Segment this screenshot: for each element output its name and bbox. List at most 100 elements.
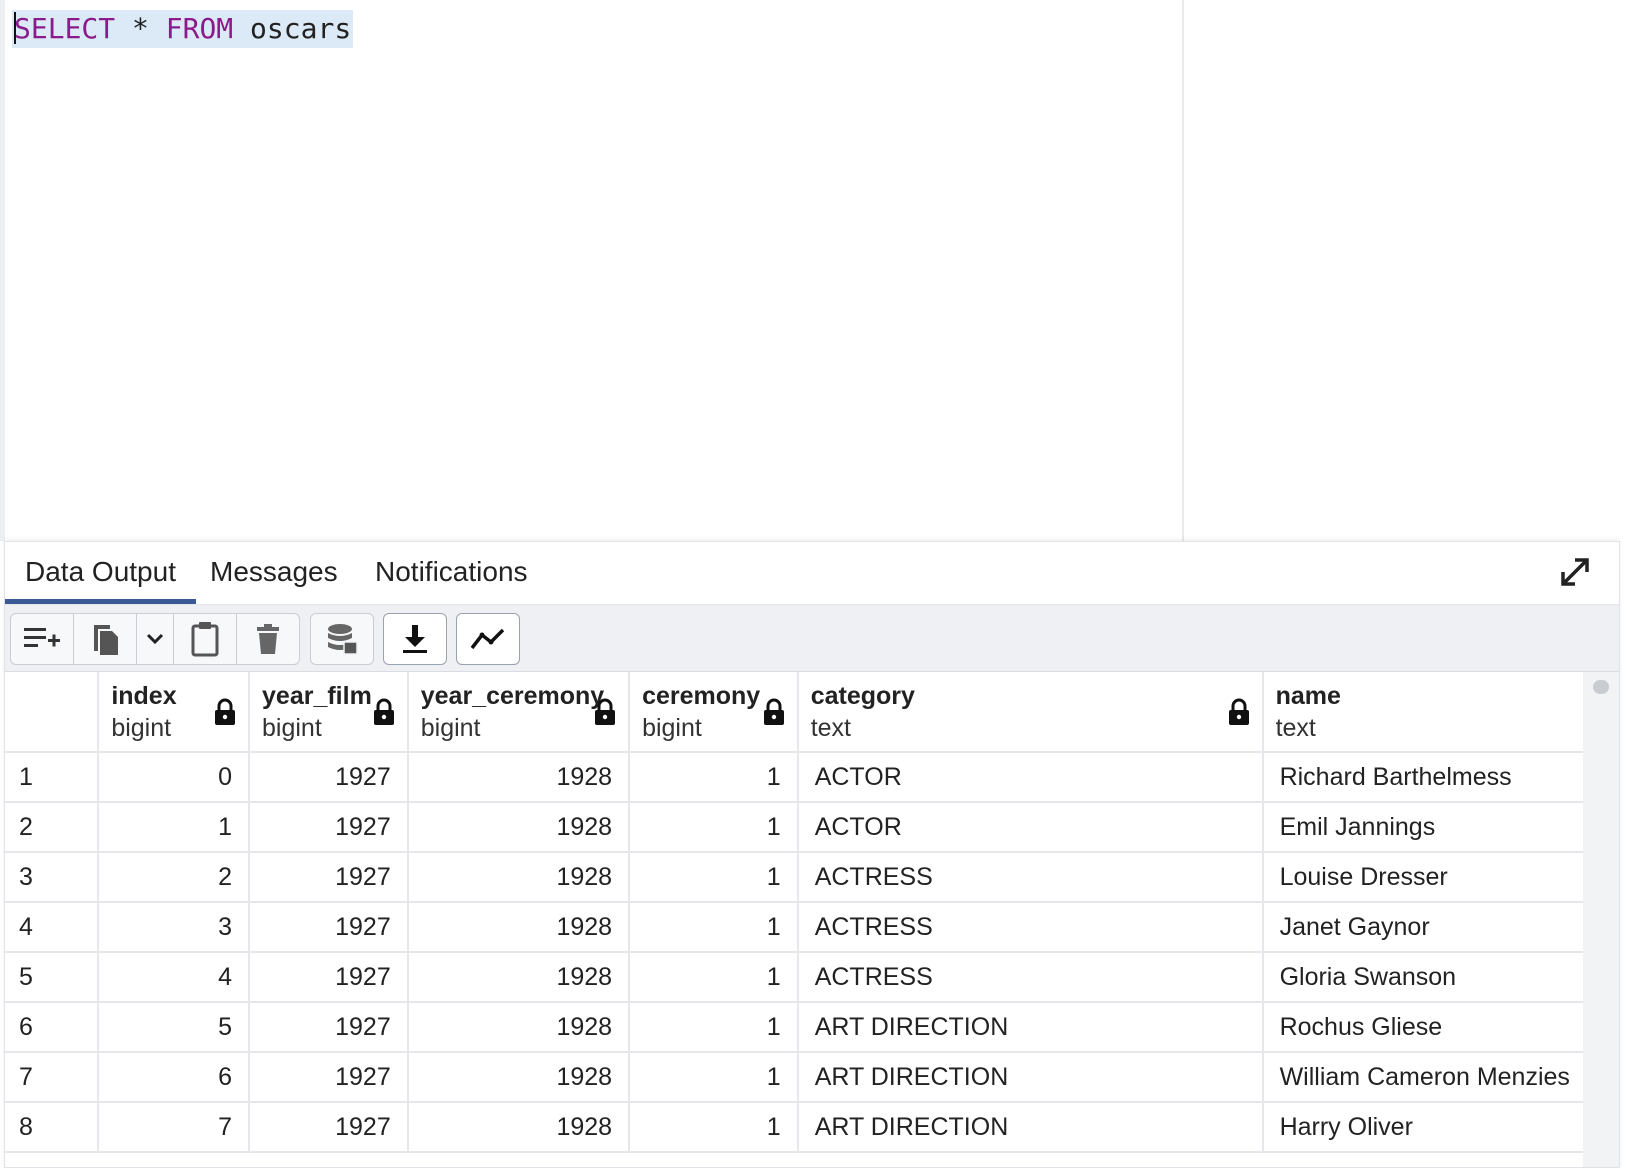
- paste-button[interactable]: [173, 613, 237, 665]
- name-cell[interactable]: Gloria Swanson: [1262, 952, 1589, 1003]
- expand-icon[interactable]: [1557, 554, 1593, 590]
- sql-query-line[interactable]: SELECT * FROM oscars: [12, 10, 354, 48]
- column-header-year-film[interactable]: year_film bigint: [249, 672, 409, 753]
- table-row[interactable]: 4 3 1927 1928 1 ACTRESS Janet Gaynor: [5, 902, 1589, 953]
- download-icon: [403, 625, 427, 653]
- copy-options-dropdown[interactable]: [136, 613, 174, 665]
- column-header-index[interactable]: index bigint: [98, 672, 251, 753]
- year-ceremony-cell[interactable]: 1928: [407, 852, 631, 903]
- year-film-cell[interactable]: 1927: [249, 1002, 409, 1053]
- table-row[interactable]: 5 4 1927 1928 1 ACTRESS Gloria Swanson: [5, 952, 1589, 1003]
- category-cell[interactable]: ACTOR: [797, 752, 1264, 803]
- table-row[interactable]: 7 6 1927 1928 1 ART DIRECTION William Cameron …: [5, 1052, 1589, 1103]
- table-row[interactable]: 2 1 1927 1928 1 ACTOR Emil Jannings: [5, 802, 1589, 853]
- name-cell[interactable]: Janet Gaynor: [1262, 902, 1589, 953]
- year-film-cell[interactable]: 1927: [249, 852, 409, 903]
- tab-messages[interactable]: Messages: [190, 542, 358, 602]
- tab-notifications[interactable]: Notifications: [355, 542, 548, 602]
- row-number-cell[interactable]: 8: [5, 1102, 100, 1153]
- name-cell[interactable]: Richard Barthelmess: [1262, 752, 1589, 803]
- scrollbar-thumb[interactable]: [1593, 680, 1609, 694]
- sql-table-name: oscars: [233, 12, 352, 45]
- table-row[interactable]: 3 2 1927 1928 1 ACTRESS Louise Dresser: [5, 852, 1589, 903]
- year-ceremony-cell[interactable]: 1928: [407, 752, 631, 803]
- year-ceremony-cell[interactable]: 1928: [407, 1102, 631, 1153]
- index-cell[interactable]: 4: [98, 952, 251, 1003]
- ceremony-cell[interactable]: 1: [629, 1002, 799, 1053]
- table-row[interactable]: 8 7 1927 1928 1 ART DIRECTION Harry Oliver: [5, 1102, 1589, 1153]
- table-row[interactable]: 1 0 1927 1928 1 ACTOR Richard Barthelmess: [5, 752, 1589, 803]
- name-cell[interactable]: Emil Jannings: [1262, 802, 1589, 853]
- year-ceremony-cell[interactable]: 1928: [407, 902, 631, 953]
- ceremony-cell[interactable]: 1: [629, 852, 799, 903]
- index-cell[interactable]: 0: [98, 752, 251, 803]
- row-number-cell[interactable]: 4: [5, 902, 100, 953]
- editor-right-area: [1184, 0, 1628, 541]
- ceremony-cell[interactable]: 1: [629, 952, 799, 1003]
- index-cell[interactable]: 7: [98, 1102, 251, 1153]
- year-film-cell[interactable]: 1927: [249, 802, 409, 853]
- category-cell[interactable]: ART DIRECTION: [797, 1102, 1264, 1153]
- sql-editor[interactable]: SELECT * FROM oscars: [0, 0, 1184, 541]
- ceremony-cell[interactable]: 1: [629, 1102, 799, 1153]
- year-film-cell[interactable]: 1927: [249, 902, 409, 953]
- row-number-cell[interactable]: 6: [5, 1002, 100, 1053]
- column-header-year-ceremony[interactable]: year_ceremony bigint: [407, 672, 631, 753]
- column-header-ceremony[interactable]: ceremony bigint: [629, 672, 799, 753]
- index-cell[interactable]: 1: [98, 802, 251, 853]
- year-film-cell[interactable]: 1927: [249, 1102, 409, 1153]
- index-cell[interactable]: 3: [98, 902, 251, 953]
- vertical-scrollbar[interactable]: [1583, 672, 1619, 1167]
- sql-keyword-select: SELECT: [14, 12, 116, 45]
- year-film-cell[interactable]: 1927: [249, 952, 409, 1003]
- name-cell[interactable]: Louise Dresser: [1262, 852, 1589, 903]
- year-film-cell[interactable]: 1927: [249, 752, 409, 803]
- copy-button[interactable]: [73, 613, 137, 665]
- category-cell[interactable]: ACTRESS: [797, 952, 1264, 1003]
- year-ceremony-cell[interactable]: 1928: [407, 952, 631, 1003]
- name-cell[interactable]: William Cameron Menzies: [1262, 1052, 1589, 1103]
- category-cell[interactable]: ACTOR: [797, 802, 1264, 853]
- add-row-button[interactable]: [10, 613, 74, 665]
- sql-keyword-from: FROM: [165, 12, 234, 45]
- category-cell[interactable]: ART DIRECTION: [797, 1002, 1264, 1053]
- column-header-name[interactable]: name text: [1262, 672, 1589, 753]
- data-grid: index bigint year_film bigint year_cerem…: [5, 672, 1589, 1153]
- category-cell[interactable]: ACTRESS: [797, 902, 1264, 953]
- ceremony-cell[interactable]: 1: [629, 1052, 799, 1103]
- row-number-cell[interactable]: 7: [5, 1052, 100, 1103]
- save-data-button[interactable]: [310, 613, 374, 665]
- copy-icon: [94, 625, 118, 655]
- category-cell[interactable]: ACTRESS: [797, 852, 1264, 903]
- year-film-cell[interactable]: 1927: [249, 1052, 409, 1103]
- index-cell[interactable]: 2: [98, 852, 251, 903]
- row-number-cell[interactable]: 2: [5, 802, 100, 853]
- lock-icon: [595, 698, 616, 725]
- row-number-cell[interactable]: 5: [5, 952, 100, 1003]
- download-button[interactable]: [383, 613, 447, 665]
- graph-icon: [470, 628, 505, 650]
- ceremony-cell[interactable]: 1: [629, 902, 799, 953]
- year-ceremony-cell[interactable]: 1928: [407, 802, 631, 853]
- tab-data-output[interactable]: Data Output: [5, 542, 196, 604]
- ceremony-cell[interactable]: 1: [629, 752, 799, 803]
- row-number-header[interactable]: [5, 672, 100, 753]
- graph-visualiser-button[interactable]: [456, 613, 520, 665]
- table-row[interactable]: 6 5 1927 1928 1 ART DIRECTION Rochus Gliese: [5, 1002, 1589, 1053]
- lock-icon: [763, 698, 784, 725]
- year-ceremony-cell[interactable]: 1928: [407, 1002, 631, 1053]
- name-cell[interactable]: Harry Oliver: [1262, 1102, 1589, 1153]
- results-tabs: Data Output Messages Notifications: [5, 542, 1619, 606]
- add-row-icon: [24, 628, 60, 647]
- delete-button[interactable]: [236, 613, 300, 665]
- row-number-cell[interactable]: 3: [5, 852, 100, 903]
- year-ceremony-cell[interactable]: 1928: [407, 1052, 631, 1103]
- index-cell[interactable]: 6: [98, 1052, 251, 1103]
- save-data-icon: [328, 624, 358, 655]
- row-number-cell[interactable]: 1: [5, 752, 100, 803]
- ceremony-cell[interactable]: 1: [629, 802, 799, 853]
- column-header-category[interactable]: category text: [797, 672, 1264, 753]
- category-cell[interactable]: ART DIRECTION: [797, 1052, 1264, 1103]
- index-cell[interactable]: 5: [98, 1002, 251, 1053]
- name-cell[interactable]: Rochus Gliese: [1262, 1002, 1589, 1053]
